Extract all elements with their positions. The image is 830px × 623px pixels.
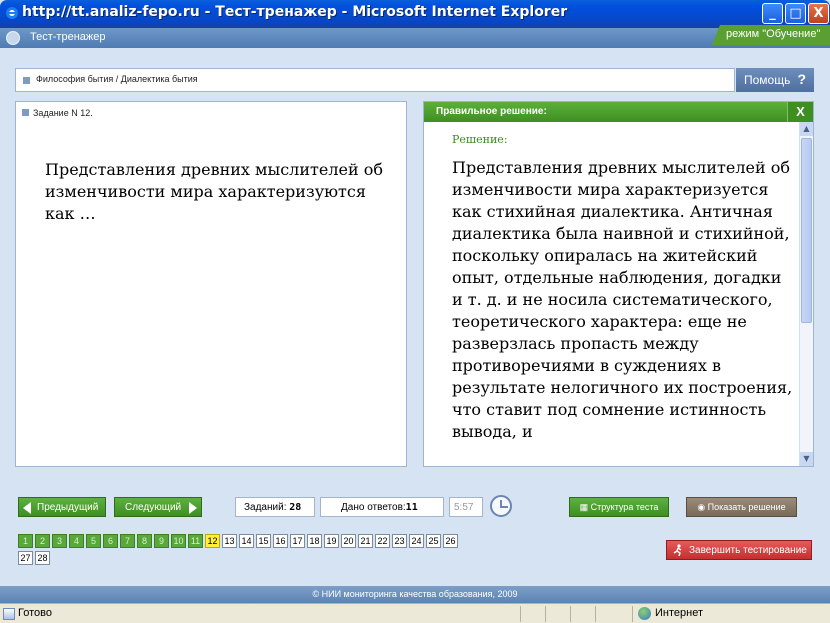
question-page-button[interactable]: 10 xyxy=(171,534,186,548)
status-divider xyxy=(520,606,521,622)
breadcrumb-text: Философия бытия / Диалектика бытия xyxy=(36,74,198,84)
scroll-down-arrow-icon[interactable]: ▼ xyxy=(800,452,813,466)
bullet-icon xyxy=(23,77,30,84)
question-page-button[interactable]: 4 xyxy=(69,534,84,548)
maximize-button[interactable]: □ xyxy=(785,3,806,24)
tasks-counter: Заданий: 28 xyxy=(235,497,315,517)
solution-heading: Решение: xyxy=(452,133,508,146)
scroll-up-arrow-icon[interactable]: ▲ xyxy=(800,122,813,136)
close-window-button[interactable]: X xyxy=(808,3,829,24)
question-page-button[interactable]: 6 xyxy=(103,534,118,548)
status-bar: Готово Интернет xyxy=(0,603,830,623)
arrow-right-icon xyxy=(189,502,197,514)
question-page-button[interactable]: 24 xyxy=(409,534,424,548)
copyright-footer: © НИИ мониторинга качества образования, … xyxy=(0,586,830,603)
solution-panel-title: Правильное решение: xyxy=(436,106,547,117)
tasks-value: 28 xyxy=(289,502,302,513)
question-page-button[interactable]: 26 xyxy=(443,534,458,548)
app-title: Тест-тренажер xyxy=(30,31,106,43)
running-man-icon xyxy=(673,544,682,556)
question-page-button[interactable]: 19 xyxy=(324,534,339,548)
finish-test-button[interactable]: Завершить тестирование xyxy=(666,540,812,560)
minimize-button[interactable]: _ xyxy=(762,3,783,24)
question-page-button[interactable]: 27 xyxy=(18,551,33,565)
question-page-button[interactable]: 23 xyxy=(392,534,407,548)
answered-label: Дано ответов: xyxy=(341,502,406,513)
bullet-icon xyxy=(22,109,29,116)
scroll-thumb[interactable] xyxy=(801,138,812,323)
test-structure-button[interactable]: ▦ Структура теста xyxy=(569,497,669,517)
close-solution-button[interactable]: X xyxy=(787,102,813,122)
help-button[interactable]: Помощь ? xyxy=(736,68,814,92)
task-question: Представления древних мыслителей об изме… xyxy=(45,160,383,223)
help-question-icon: ? xyxy=(797,71,806,87)
status-divider xyxy=(595,606,596,622)
question-page-button[interactable]: 11 xyxy=(188,534,203,548)
question-page-button[interactable]: 12 xyxy=(205,534,220,548)
structure-label: Структура теста xyxy=(590,502,659,512)
status-divider xyxy=(632,606,633,622)
arrow-left-icon xyxy=(23,502,31,514)
structure-icon: ▦ xyxy=(579,502,591,512)
question-page-button[interactable]: 8 xyxy=(137,534,152,548)
next-label: Следующий xyxy=(125,502,182,513)
question-page-button[interactable]: 18 xyxy=(307,534,322,548)
app-logo-icon xyxy=(6,31,20,45)
question-page-button[interactable]: 5 xyxy=(86,534,101,548)
breadcrumb: Философия бытия / Диалектика бытия xyxy=(15,68,735,92)
status-divider xyxy=(545,606,546,622)
question-page-button[interactable]: 28 xyxy=(35,551,50,565)
question-page-button[interactable]: 13 xyxy=(222,534,237,548)
task-number: Задание N 12. xyxy=(33,108,93,118)
question-page-button[interactable]: 7 xyxy=(120,534,135,548)
internet-zone-icon xyxy=(638,607,651,620)
eye-icon: ◉ xyxy=(697,502,708,512)
task-panel: Задание N 12. Представления древних мысл… xyxy=(15,101,407,467)
solution-scrollbar[interactable]: ▲ ▼ xyxy=(799,122,813,466)
finish-label: Завершить тестирование xyxy=(689,545,807,556)
security-zone-text: Интернет xyxy=(655,607,703,619)
question-page-button[interactable]: 22 xyxy=(375,534,390,548)
question-page-button[interactable]: 9 xyxy=(154,534,169,548)
question-page-button[interactable]: 17 xyxy=(290,534,305,548)
answered-counter: Дано ответов:11 xyxy=(320,497,444,517)
tasks-label: Заданий: xyxy=(244,502,287,513)
app-header: Тест-тренажер xyxy=(0,28,830,48)
question-page-button[interactable]: 20 xyxy=(341,534,356,548)
task-header: Задание N 12. xyxy=(22,108,93,118)
solution-panel: Правильное решение: X Решение: Представл… xyxy=(423,101,814,467)
question-page-button[interactable]: 21 xyxy=(358,534,373,548)
show-solution-label: Показать решение xyxy=(707,502,786,512)
solution-panel-header: Правильное решение: X xyxy=(424,102,813,122)
internet-explorer-icon xyxy=(6,7,18,19)
timer-display: 5:57 xyxy=(449,497,483,517)
solution-text: Представления древних мыслителей об изме… xyxy=(452,158,793,441)
help-label: Помощь xyxy=(744,73,791,87)
window-title: http://tt.analiz-fepo.ru - Тест-тренажер… xyxy=(22,4,568,20)
question-page-button[interactable]: 15 xyxy=(256,534,271,548)
status-divider xyxy=(570,606,571,622)
page-icon xyxy=(3,608,15,620)
question-page-button[interactable]: 3 xyxy=(52,534,67,548)
clock-icon xyxy=(490,495,512,517)
question-page-button[interactable]: 16 xyxy=(273,534,288,548)
mode-badge: режим "Обучение" xyxy=(712,25,830,45)
previous-label: Предыдущий xyxy=(37,502,99,513)
next-button[interactable]: Следующий xyxy=(114,497,202,517)
question-page-button[interactable]: 1 xyxy=(18,534,33,548)
previous-button[interactable]: Предыдущий xyxy=(18,497,106,517)
show-solution-button[interactable]: ◉ Показать решение xyxy=(686,497,797,517)
question-page-button[interactable]: 14 xyxy=(239,534,254,548)
answered-value: 11 xyxy=(405,502,418,513)
window-titlebar: http://tt.analiz-fepo.ru - Тест-тренажер… xyxy=(0,0,830,28)
status-text: Готово xyxy=(18,607,52,619)
question-page-button[interactable]: 25 xyxy=(426,534,441,548)
question-page-button[interactable]: 2 xyxy=(35,534,50,548)
